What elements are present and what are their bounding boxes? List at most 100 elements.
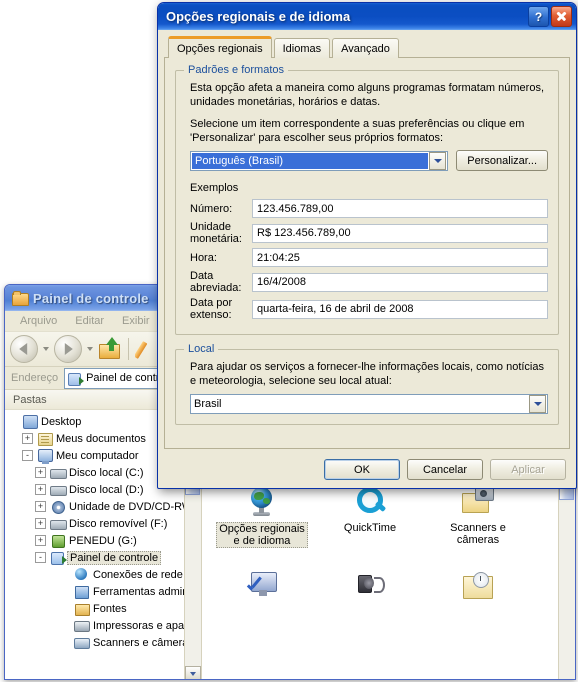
tree-expander-none bbox=[9, 417, 18, 426]
tree-item-label: Desktop bbox=[41, 415, 82, 428]
my-computer-icon bbox=[36, 448, 53, 464]
back-dropdown-icon[interactable] bbox=[43, 347, 49, 351]
tab-idiomas[interactable]: Idiomas bbox=[273, 38, 331, 58]
location-value: Brasil bbox=[194, 398, 222, 410]
tree-item[interactable]: Scanners e câmeras bbox=[5, 634, 201, 651]
dialog-titlebar[interactable]: Opções regionais e de idioma ? bbox=[158, 3, 576, 30]
sample-label-data-abreviada: Data abreviada: bbox=[190, 270, 242, 294]
chevron-down-icon[interactable] bbox=[429, 151, 447, 170]
quicktime-icon bbox=[353, 486, 387, 518]
sample-label-hora: Hora: bbox=[190, 251, 217, 264]
locale-value: Português (Brasil) bbox=[192, 152, 429, 169]
expand-icon[interactable]: + bbox=[35, 518, 46, 529]
control-panel-item-label: Opções regionais e de idioma bbox=[216, 522, 308, 548]
standards-group-title: Padrões e formatos bbox=[184, 64, 288, 76]
tree-expander-none bbox=[61, 638, 70, 647]
regional-options-dialog[interactable]: Opções regionais e de idioma ? Opções re… bbox=[157, 2, 577, 489]
desktop-icon bbox=[21, 414, 38, 429]
scheduled-tasks-icon bbox=[461, 570, 495, 602]
control-panel-item-label: Scanners e câmeras bbox=[450, 522, 506, 546]
sample-value-numero: 123.456.789,00 bbox=[252, 199, 548, 218]
dialog-titlebar-buttons[interactable]: ? bbox=[528, 6, 572, 27]
sample-value-data-extenso: quarta-feira, 16 de abril de 2008 bbox=[252, 299, 548, 319]
expand-icon[interactable]: + bbox=[22, 433, 33, 444]
tree-item-label: Unidade de DVD/CD-RW ( bbox=[69, 500, 200, 513]
control-panel-item[interactable] bbox=[424, 566, 532, 650]
regional-options-icon bbox=[245, 486, 279, 518]
location-group: Local Para ajudar os serviços a fornecer… bbox=[175, 343, 559, 425]
expand-icon[interactable]: + bbox=[35, 501, 46, 512]
hard-drive-icon bbox=[49, 482, 67, 497]
cancel-button[interactable]: Cancelar bbox=[407, 459, 483, 480]
up-folder-button[interactable] bbox=[98, 337, 122, 361]
close-button[interactable] bbox=[551, 6, 572, 27]
forward-dropdown-icon[interactable] bbox=[87, 347, 93, 351]
samples-title: Exemplos bbox=[190, 182, 239, 194]
edit-pencil-icon[interactable] bbox=[135, 337, 153, 361]
screen: Painel de controle Arquivo Editar Exibir… bbox=[0, 0, 578, 682]
tree-item[interactable]: Impressoras e aparell bbox=[5, 617, 201, 634]
chevron-down-icon[interactable] bbox=[529, 395, 546, 413]
location-combobox[interactable]: Brasil bbox=[190, 394, 548, 414]
tree-item[interactable]: + Unidade de DVD/CD-RW ( bbox=[5, 498, 201, 515]
collapse-icon[interactable]: - bbox=[35, 552, 46, 563]
tree-item[interactable]: Ferramentas administ bbox=[5, 583, 201, 600]
tree-item[interactable]: + Disco removível (F:) bbox=[5, 515, 201, 532]
scanners-cameras-icon bbox=[461, 486, 495, 518]
menu-editar[interactable]: Editar bbox=[66, 313, 113, 329]
forward-button[interactable] bbox=[54, 335, 82, 363]
control-panel-title: Painel de controle bbox=[33, 290, 149, 306]
samples-grid: Número: 123.456.789,00 Unidade monetária… bbox=[190, 199, 548, 321]
sounds-icon bbox=[353, 570, 387, 602]
tree-item-label: Impressoras e aparell bbox=[93, 619, 199, 632]
expand-icon[interactable]: + bbox=[35, 484, 46, 495]
ok-button[interactable]: OK bbox=[324, 459, 400, 480]
toolbar-separator bbox=[128, 338, 129, 360]
location-description: Para ajudar os serviços a fornecer-lhe i… bbox=[190, 361, 544, 387]
control-panel-item[interactable]: Scanners e câmeras bbox=[424, 482, 532, 566]
tree-item-label: Painel de controle bbox=[67, 550, 162, 565]
help-button[interactable]: ? bbox=[528, 6, 549, 27]
collapse-icon[interactable]: - bbox=[22, 450, 33, 461]
dialog-inner: Opções regionais Idiomas Avançado Padrõe… bbox=[158, 30, 576, 449]
documents-icon bbox=[36, 431, 53, 446]
location-row: Brasil bbox=[190, 394, 548, 414]
control-panel-icon bbox=[68, 372, 85, 386]
expand-icon[interactable]: + bbox=[35, 467, 46, 478]
tree-item-label: Scanners e câmeras bbox=[93, 636, 194, 649]
control-panel-item[interactable]: Opções regionais e de idioma bbox=[208, 482, 316, 566]
printers-icon bbox=[73, 618, 90, 633]
sample-value-data-abreviada: 16/4/2008 bbox=[252, 272, 548, 292]
back-button[interactable] bbox=[10, 335, 38, 363]
close-icon bbox=[556, 11, 567, 22]
menu-exibir[interactable]: Exibir bbox=[113, 313, 159, 329]
tree-item[interactable]: Conexões de rede bbox=[5, 566, 201, 583]
expand-icon[interactable]: + bbox=[35, 535, 46, 546]
locale-combobox[interactable]: Português (Brasil) bbox=[190, 150, 449, 171]
tree-expander-none bbox=[61, 621, 70, 630]
tab-avancado[interactable]: Avançado bbox=[332, 38, 399, 58]
control-panel-item[interactable] bbox=[316, 566, 424, 650]
tree-item-label: Disco local (C:) bbox=[69, 466, 144, 479]
tab-opcoes-regionais[interactable]: Opções regionais bbox=[168, 36, 272, 58]
tree-item[interactable]: + PENEDU (G:) bbox=[5, 532, 201, 549]
dialog-action-buttons[interactable]: OK Cancelar Aplicar bbox=[324, 459, 566, 480]
tree-scroll-down-button[interactable] bbox=[185, 666, 201, 679]
menu-arquivo[interactable]: Arquivo bbox=[11, 313, 66, 329]
standards-instruction: Selecione um item correspondente a suas … bbox=[190, 118, 525, 144]
control-panel-item[interactable] bbox=[208, 566, 316, 650]
tab-panel-regional: Padrões e formatos Esta opção afeta a ma… bbox=[164, 57, 570, 449]
sample-row: Data abreviada: 16/4/2008 bbox=[190, 270, 548, 294]
tree-item[interactable]: Fontes bbox=[5, 600, 201, 617]
tree-item-label: Disco local (D:) bbox=[69, 483, 144, 496]
control-panel-item-label: QuickTime bbox=[343, 522, 397, 534]
customize-button[interactable]: Personalizar... bbox=[456, 150, 548, 171]
tree-item[interactable]: - Painel de controle bbox=[5, 549, 201, 566]
hard-drive-icon bbox=[49, 465, 67, 480]
sample-row: Hora: 21:04:25 bbox=[190, 248, 548, 267]
tree-item-label: Meu computador bbox=[56, 449, 139, 462]
control-panel-item[interactable]: QuickTime bbox=[316, 482, 424, 566]
usb-drive-icon bbox=[49, 533, 66, 548]
control-panel-icon bbox=[49, 550, 67, 565]
dialog-tabs[interactable]: Opções regionais Idiomas Avançado bbox=[164, 36, 570, 58]
